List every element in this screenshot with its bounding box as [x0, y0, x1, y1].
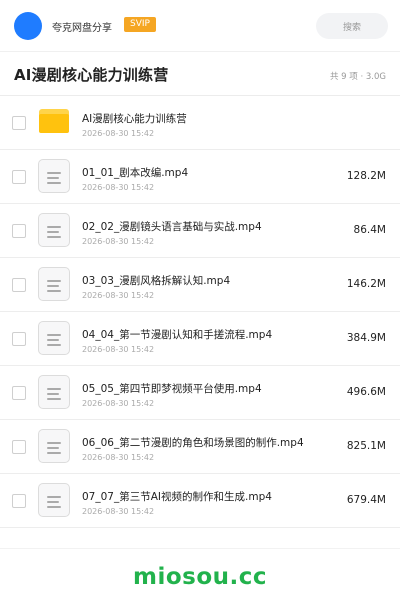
file-list: AI漫剧核心能力训练营 2026-08-30 15:42 01_01_剧本改编.… [0, 96, 400, 528]
item-date: 2026-08-30 15:42 [82, 507, 155, 516]
folder-header: AI漫剧核心能力训练营 共 9 项 · 3.0G [0, 52, 400, 96]
select-checkbox[interactable] [12, 170, 26, 184]
video-file-icon [38, 321, 70, 355]
top-bar: 夸克网盘分享 SVIP 搜索 [0, 0, 400, 52]
item-size: 128.2M [346, 170, 386, 182]
item-name: 04_04_第一节漫剧认知和手搓流程.mp4 [82, 329, 273, 341]
video-file-icon [38, 267, 70, 301]
list-item[interactable]: 07_07_第三节AI视频的制作和生成.mp4 2026-08-30 15:42… [0, 474, 400, 528]
select-checkbox[interactable] [12, 224, 26, 238]
brand-name: 夸克网盘分享 [52, 23, 112, 34]
page-title: AI漫剧核心能力训练营 [14, 66, 169, 84]
list-item[interactable]: 04_04_第一节漫剧认知和手搓流程.mp4 2026-08-30 15:42 … [0, 312, 400, 366]
item-name: 07_07_第三节AI视频的制作和生成.mp4 [82, 491, 272, 503]
item-size: 86.4M [353, 224, 386, 236]
list-item[interactable]: 03_03_漫剧风格拆解认知.mp4 2026-08-30 15:42 146.… [0, 258, 400, 312]
video-file-icon [38, 483, 70, 517]
item-date: 2026-08-30 15:42 [82, 291, 155, 300]
search-label: 搜索 [342, 22, 361, 33]
item-size: 496.6M [346, 386, 386, 398]
svip-badge: SVIP [124, 17, 156, 32]
item-date: 2026-08-30 15:42 [82, 237, 155, 246]
item-size: 146.2M [346, 278, 386, 290]
video-file-icon [38, 429, 70, 463]
item-name: 03_03_漫剧风格拆解认知.mp4 [82, 275, 231, 287]
item-name: AI漫剧核心能力训练营 [82, 113, 187, 125]
item-name: 06_06_第二节漫剧的角色和场景图的制作.mp4 [82, 437, 304, 449]
select-checkbox[interactable] [12, 386, 26, 400]
select-checkbox[interactable] [12, 278, 26, 292]
select-checkbox[interactable] [12, 440, 26, 454]
list-item-folder[interactable]: AI漫剧核心能力训练营 2026-08-30 15:42 [0, 96, 400, 150]
select-checkbox[interactable] [12, 332, 26, 346]
video-file-icon [38, 213, 70, 247]
item-date: 2026-08-30 15:42 [82, 399, 155, 408]
list-item[interactable]: 01_01_剧本改编.mp4 2026-08-30 15:42 128.2M [0, 150, 400, 204]
item-date: 2026-08-30 15:42 [82, 345, 155, 354]
list-item[interactable]: 05_05_第四节即梦视频平台使用.mp4 2026-08-30 15:42 4… [0, 366, 400, 420]
item-date: 2026-08-30 15:42 [82, 453, 155, 462]
folder-meta: 共 9 项 · 3.0G [329, 72, 386, 82]
list-item[interactable]: 02_02_漫剧镜头语言基础与实战.mp4 2026-08-30 15:42 8… [0, 204, 400, 258]
list-item[interactable]: 06_06_第二节漫剧的角色和场景图的制作.mp4 2026-08-30 15:… [0, 420, 400, 474]
video-file-icon [38, 159, 70, 193]
search-button[interactable]: 搜索 [316, 13, 388, 39]
avatar[interactable] [14, 12, 42, 40]
select-checkbox[interactable] [12, 494, 26, 508]
item-name: 01_01_剧本改编.mp4 [82, 167, 189, 179]
item-size: 384.9M [346, 332, 386, 344]
footer: miosou.cc [0, 548, 400, 600]
item-name: 02_02_漫剧镜头语言基础与实战.mp4 [82, 221, 262, 233]
item-date: 2026-08-30 15:42 [82, 183, 155, 192]
item-size: 825.1M [346, 440, 386, 452]
watermark-text: miosou.cc [132, 564, 268, 590]
item-date: 2026-08-30 15:42 [82, 129, 155, 138]
select-checkbox[interactable] [12, 116, 26, 130]
item-size: 679.4M [346, 494, 386, 506]
folder-icon [39, 109, 69, 133]
item-name: 05_05_第四节即梦视频平台使用.mp4 [82, 383, 262, 395]
video-file-icon [38, 375, 70, 409]
